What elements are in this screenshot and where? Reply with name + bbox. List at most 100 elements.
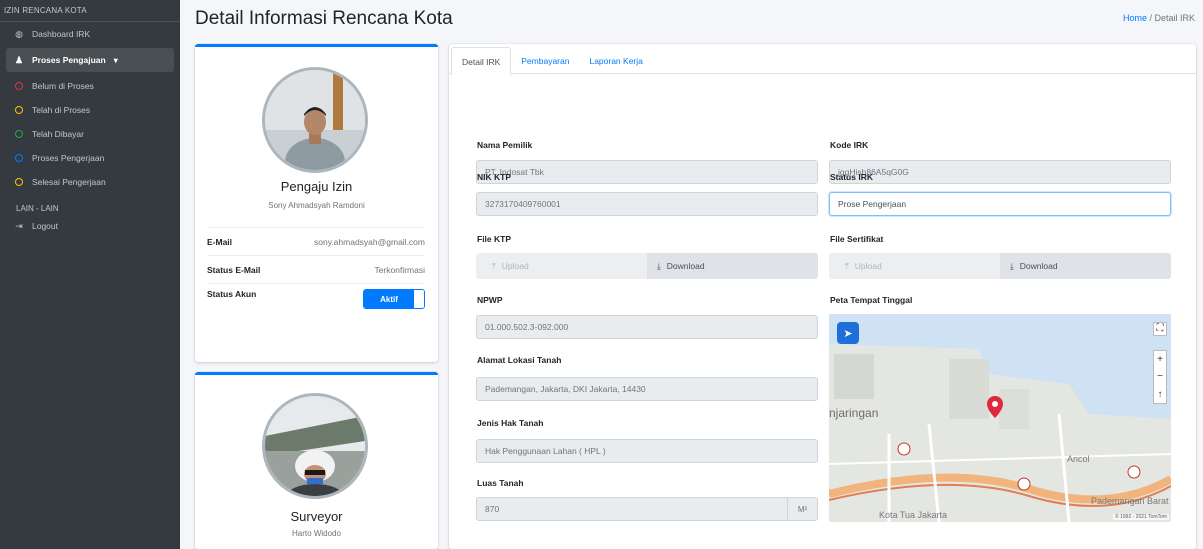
compass-icon[interactable]: ➤	[837, 322, 859, 344]
info-label: Status E-Mail	[207, 264, 261, 275]
label-peta: Peta Tempat Tinggal	[830, 295, 913, 305]
label-npwp: NPWP	[477, 295, 503, 305]
applicant-name: Sony Ahmadsyah Ramdoni	[268, 201, 365, 210]
download-label: Download	[666, 261, 705, 271]
applicant-role: Pengaju Izin	[280, 179, 353, 194]
label-alamat: Alamat Lokasi Tanah	[477, 355, 562, 365]
download-label: Download	[1019, 261, 1058, 271]
breadcrumb-home-link[interactable]: Home	[1123, 13, 1147, 23]
zoom-out-icon[interactable]: −	[1157, 371, 1163, 382]
info-value: sony.ahmadsyah@gmail.com	[314, 236, 425, 247]
label-jenis-hak: Jenis Hak Tanah	[477, 418, 544, 428]
file-ktp-buttons: ⤒ Upload ⤓ Download	[476, 253, 818, 279]
applicant-avatar	[262, 67, 368, 173]
upload-label: Upload	[854, 261, 882, 271]
circle-yellow-icon	[15, 178, 23, 186]
info-label: Status Akun	[207, 289, 257, 299]
sidebar-item-label: Logout	[32, 221, 58, 231]
map-label-pademangan: Pademangan Barat	[1091, 496, 1169, 506]
surveyor-avatar	[262, 393, 368, 499]
sidebar-item-dashboard[interactable]: ◍ Dashboard IRK	[6, 22, 174, 46]
caret-down-icon: ▾	[113, 55, 118, 65]
circle-blue-icon	[15, 154, 23, 162]
luas-unit: M²	[787, 498, 817, 520]
kode-irk-field[interactable]: jgqHish86A5qG0G	[829, 160, 1171, 184]
nama-pemilik-field[interactable]: PT. Indosat Tbk	[476, 160, 818, 184]
toggle-handle	[414, 290, 424, 308]
tab-pembayaran[interactable]: Pembayaran	[511, 47, 579, 75]
breadcrumb-current: Detail IRK	[1154, 13, 1195, 23]
label-nama-pemilik: Nama Pemilik	[477, 140, 533, 150]
dashboard-icon: ◍	[15, 28, 23, 39]
circle-red-icon	[15, 82, 23, 90]
fullscreen-icon[interactable]: ⛶	[1153, 322, 1167, 336]
sidebar-item-logout[interactable]: ⇥ Logout	[6, 216, 174, 236]
brand-title: IZIN RENCANA KOTA	[0, 0, 180, 22]
toggle-on-label: Aktif	[364, 290, 414, 308]
location-map[interactable]: ➤ ⛶ + − ↑ njaringan Ancol Pademangan Bar…	[829, 314, 1171, 522]
zoom-in-icon[interactable]: +	[1157, 354, 1163, 365]
info-row-email: E-Mail sony.ahmadsyah@gmail.com	[207, 227, 425, 255]
label-kode-irk: Kode IRK	[830, 140, 869, 150]
sidebar-item-proses-pengajuan[interactable]: ♟ Proses Pengajuan ▾	[6, 48, 174, 72]
nik-ktp-field[interactable]: 3273170409760001	[476, 192, 818, 216]
north-icon[interactable]: ↑	[1158, 389, 1163, 400]
detail-tabs: Detail IRK Pembayaran Laporan Kerja	[449, 44, 1196, 76]
sidebar-item-label: Dashboard IRK	[32, 29, 91, 39]
account-status-toggle[interactable]: Aktif	[363, 289, 425, 309]
sidebar-item-label: Proses Pengerjaan	[32, 153, 105, 163]
map-label-ancol: Ancol	[1067, 454, 1090, 464]
logout-icon: ⇥	[15, 220, 23, 231]
upload-label: Upload	[501, 261, 529, 271]
sidebar-item-belum-di-proses[interactable]: Belum di Proses	[6, 74, 174, 98]
sidebar-item-label: Belum di Proses	[32, 81, 94, 91]
sidebar-item-label: Telah Dibayar	[32, 129, 84, 139]
surveyor-name: Harto Widodo	[292, 529, 341, 538]
upload-sertifikat-button[interactable]: ⤒ Upload	[829, 253, 1000, 279]
download-icon: ⤓	[657, 260, 661, 271]
sidebar-item-telah-di-proses[interactable]: Telah di Proses	[6, 98, 174, 122]
npwp-field[interactable]: 01.000.502.3-092.000	[476, 315, 818, 339]
upload-icon: ⤒	[492, 260, 496, 271]
zoom-controls: + − ↑	[1153, 350, 1167, 404]
sidebar: IZIN RENCANA KOTA ◍ Dashboard IRK ♟ Pros…	[0, 0, 180, 549]
user-icon: ♟	[14, 54, 24, 65]
sidebar-item-proses-pengerjaan[interactable]: Proses Pengerjaan	[6, 146, 174, 170]
circle-yellow-icon	[15, 106, 23, 114]
alamat-field[interactable]: Pademangan, Jakarta, DKI Jakarta, 14430	[476, 377, 818, 401]
location-marker-icon	[987, 396, 1003, 418]
tab-laporan-kerja[interactable]: Laporan Kerja	[579, 47, 652, 75]
label-file-ktp: File KTP	[477, 234, 512, 244]
tab-detail-irk[interactable]: Detail IRK	[451, 47, 512, 76]
info-value: Terkonfirmasi	[374, 264, 425, 275]
download-sertifikat-button[interactable]: ⤓ Download	[1000, 253, 1171, 279]
map-tiles	[829, 314, 1171, 522]
surveyor-role: Surveyor	[290, 509, 343, 524]
upload-ktp-button[interactable]: ⤒ Upload	[476, 253, 647, 279]
breadcrumb: Home / Detail IRK	[1123, 13, 1195, 23]
label-file-sertifikat: File Sertifikat	[830, 234, 884, 244]
download-ktp-button[interactable]: ⤓ Download	[647, 253, 818, 279]
luas-field[interactable]: 870 M²	[476, 497, 818, 521]
page-title: Detail Informasi Rencana Kota	[195, 8, 453, 29]
status-irk-field[interactable]: Prose Pengerjaan	[829, 192, 1171, 216]
sidebar-item-label: Proses Pengajuan	[32, 55, 106, 65]
circle-green-icon	[15, 130, 23, 138]
applicant-profile-card: Pengaju Izin Sony Ahmadsyah Ramdoni E-Ma…	[195, 44, 438, 362]
info-label: E-Mail	[207, 236, 233, 247]
sidebar-item-label: Telah di Proses	[32, 105, 91, 115]
sidebar-item-selesai-pengerjaan[interactable]: Selesai Pengerjaan	[6, 170, 174, 194]
map-label-place: njaringan	[829, 406, 879, 420]
info-row-email-status: Status E-Mail Terkonfirmasi	[207, 255, 425, 283]
download-icon: ⤓	[1010, 260, 1014, 271]
map-attribution: © 1992 - 2021 TomTom	[1113, 514, 1169, 520]
file-sertifikat-buttons: ⤒ Upload ⤓ Download	[829, 253, 1171, 279]
surveyor-profile-card: Surveyor Harto Widodo	[195, 372, 438, 549]
label-luas: Luas Tanah	[477, 478, 524, 488]
sidebar-item-label: Selesai Pengerjaan	[32, 177, 106, 187]
sidebar-nav: ◍ Dashboard IRK ♟ Proses Pengajuan ▾ Bel…	[0, 22, 180, 236]
applicant-info-list: E-Mail sony.ahmadsyah@gmail.com Status E…	[207, 227, 425, 323]
jenis-hak-field[interactable]: Hak Penggunaan Lahan ( HPL )	[476, 439, 818, 463]
sidebar-item-telah-dibayar[interactable]: Telah Dibayar	[6, 122, 174, 146]
info-row-account-status: Status Akun Aktif	[207, 283, 425, 323]
